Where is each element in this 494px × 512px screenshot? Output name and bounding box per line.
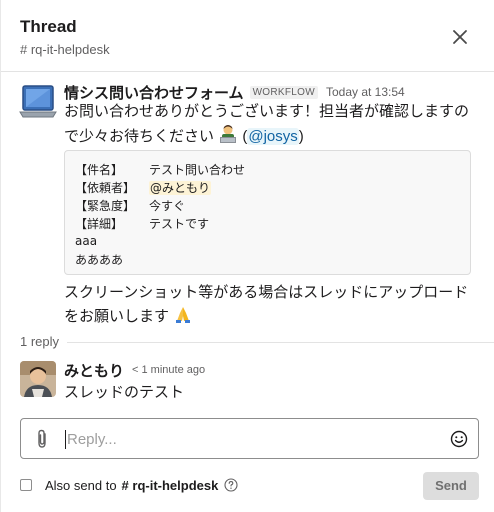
form-key: 【件名】 [75, 163, 124, 177]
thread-channel-name[interactable]: # rq-it-helpdesk [20, 42, 110, 57]
folded-hands-emoji [173, 304, 193, 331]
message-footer-line-1: スクリーンショット等がある場合はスレッドにアップロード [64, 284, 469, 301]
message-footer-line-2: をお願いします [64, 304, 193, 331]
help-icon[interactable] [224, 478, 238, 492]
form-key: 【緊急度】 [75, 199, 136, 213]
text-caret [65, 430, 66, 449]
form-row-subject: 【件名】 テスト問い合わせ [75, 161, 245, 178]
reply-header: みともり < 1 minute ago [64, 360, 205, 380]
user-avatar[interactable] [20, 361, 56, 397]
message-sender[interactable]: 情シス問い合わせフォーム [64, 82, 244, 103]
laptop-icon[interactable] [19, 84, 57, 120]
reply-timestamp[interactable]: < 1 minute ago [132, 364, 205, 376]
reply-text: スレッドのテスト [64, 384, 185, 401]
message-line-2-text: で少々お待ちください [64, 128, 215, 145]
message-header: 情シス問い合わせフォーム WORKFLOW Today at 13:54 [64, 82, 405, 102]
also-send-label: Also send to [45, 477, 117, 493]
form-value: テストです [149, 217, 210, 231]
person-at-laptop-emoji [218, 124, 238, 151]
message-footer-line-2-text: をお願いします [64, 308, 170, 325]
form-key: 【詳細】 [75, 217, 124, 231]
form-row-requester: 【依頼者】 @みともり [75, 179, 212, 196]
also-send-checkbox[interactable] [20, 479, 32, 491]
also-send-channel: # rq-it-helpdesk [121, 477, 219, 493]
reply-count: 1 reply [20, 334, 60, 349]
form-value-mention[interactable]: @みともり [149, 181, 212, 195]
form-extra-line-2: ああああ [75, 253, 124, 267]
form-row-urgency: 【緊急度】 今すぐ [75, 197, 185, 214]
send-button[interactable]: Send [423, 472, 479, 500]
thread-panel: Thread # rq-it-helpdesk 情シス問い合わせフォーム WOR… [0, 0, 494, 512]
form-value: 今すぐ [149, 199, 186, 213]
reply-input[interactable] [67, 427, 437, 451]
form-attachment: 【件名】 テスト問い合わせ 【依頼者】 @みともり 【緊急度】 今すぐ 【詳細】 テスト… [64, 150, 471, 275]
smiley-icon[interactable] [450, 430, 468, 448]
message-line-2: で少々お待ちください (@josys) [64, 124, 304, 151]
close-icon[interactable] [447, 24, 473, 50]
form-key: 【依頼者】 [75, 181, 136, 195]
thread-header: Thread # rq-it-helpdesk [1, 0, 494, 72]
paperclip-icon[interactable] [33, 429, 51, 449]
form-row-details: 【詳細】 テストです [75, 215, 209, 232]
workflow-badge: WORKFLOW [249, 85, 318, 99]
reply-divider [67, 342, 494, 343]
message-line-1: お問い合わせありがとうございます！担当者が確認しますの [64, 103, 470, 120]
reply-sender[interactable]: みともり [64, 360, 124, 381]
mention-paren-close: ) [298, 128, 304, 145]
form-extra-line-1: aaa [75, 234, 98, 248]
mention-josys[interactable]: @josys [247, 128, 299, 145]
thread-title: Thread [20, 17, 77, 36]
form-value: テスト問い合わせ [149, 163, 246, 177]
reply-composer[interactable] [20, 418, 479, 459]
also-send-row: Also send to # rq-it-helpdesk [20, 476, 238, 494]
message-timestamp[interactable]: Today at 13:54 [326, 85, 405, 99]
